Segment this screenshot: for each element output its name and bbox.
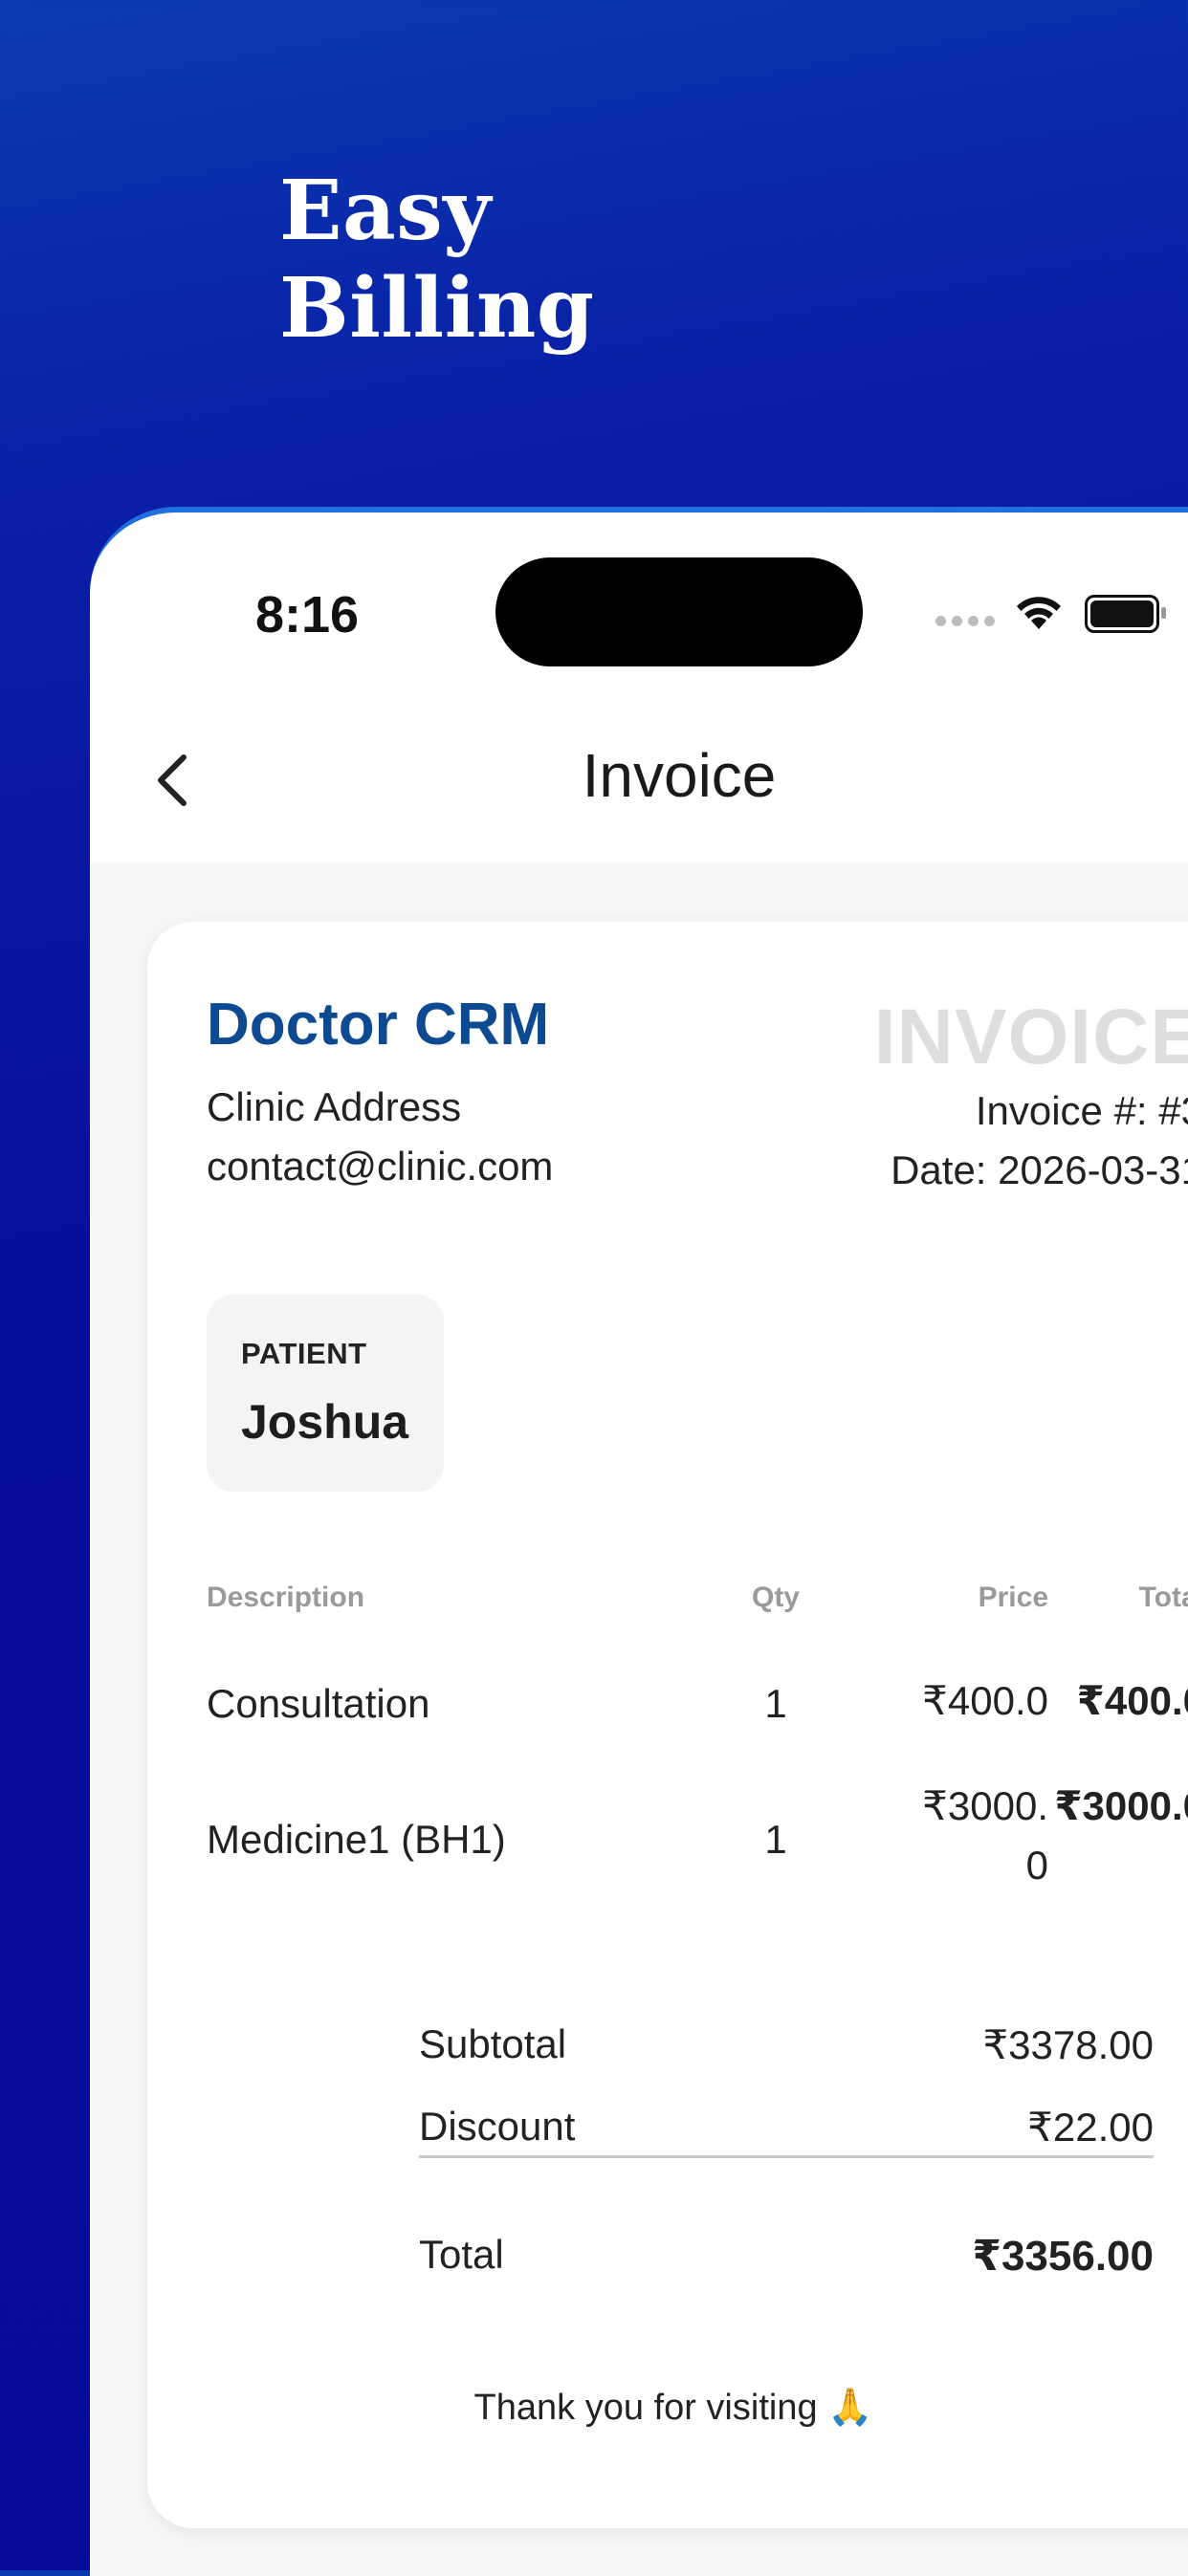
promo-title-line2: Billing bbox=[279, 260, 595, 357]
total-label: Total bbox=[419, 2232, 504, 2277]
item-description: Consultation bbox=[207, 1681, 430, 1726]
battery-icon bbox=[1085, 595, 1166, 633]
invoice-content[interactable]: Doctor CRM Clinic Address contact@clinic… bbox=[90, 862, 1188, 2576]
clinic-email: contact@clinic.com bbox=[207, 1144, 554, 1189]
thank-you-message: Thank you for visiting 🙏 bbox=[473, 2388, 873, 2428]
invoice-number: Invoice #: #3 bbox=[975, 1088, 1188, 1133]
invoice-date: Date: 2026-03-31 bbox=[891, 1147, 1188, 1192]
column-header-total: Total bbox=[1138, 1582, 1188, 1613]
navigation-bar: Invoice bbox=[90, 685, 1188, 862]
dynamic-island bbox=[495, 557, 863, 666]
promo-title: Easy Billing bbox=[279, 163, 595, 358]
column-header-price: Price bbox=[978, 1582, 1048, 1613]
page-title: Invoice bbox=[582, 741, 777, 810]
discount-value: ₹22.00 bbox=[1027, 2105, 1154, 2150]
total-value: ₹3356.00 bbox=[972, 2233, 1154, 2280]
column-header-description: Description bbox=[207, 1582, 365, 1613]
invoice-heading: INVOICE bbox=[873, 993, 1188, 1081]
item-qty: 1 bbox=[764, 1817, 787, 1862]
status-time: 8:16 bbox=[255, 586, 360, 644]
item-price: ₹400.0 bbox=[922, 1678, 1048, 1723]
phone-screen: 8:16 Invoice Doctor CRM Clinic Address c… bbox=[90, 507, 1188, 2576]
patient-box: PATIENT Joshua bbox=[207, 1295, 444, 1492]
item-description: Medicine1 (BH1) bbox=[207, 1817, 506, 1862]
column-header-qty: Qty bbox=[751, 1582, 800, 1613]
clinic-name: Doctor CRM bbox=[207, 992, 550, 1058]
patient-name: Joshua bbox=[241, 1395, 409, 1449]
invoice-card: Doctor CRM Clinic Address contact@clinic… bbox=[147, 922, 1188, 2528]
discount-label: Discount bbox=[419, 2104, 576, 2149]
promo-title-line1: Easy bbox=[279, 163, 492, 259]
subtotal-value: ₹3378.00 bbox=[982, 2022, 1154, 2067]
cellular-signal-icon bbox=[935, 616, 995, 626]
patient-label: PATIENT bbox=[241, 1337, 367, 1370]
item-price: ₹3000.0 bbox=[922, 1783, 1048, 1888]
wifi-icon bbox=[1017, 597, 1061, 629]
clinic-address: Clinic Address bbox=[207, 1084, 462, 1129]
item-qty: 1 bbox=[764, 1681, 787, 1726]
status-bar: 8:16 bbox=[90, 513, 1188, 685]
subtotal-label: Subtotal bbox=[419, 2021, 567, 2066]
item-total: ₹400.0 bbox=[1076, 1678, 1188, 1723]
item-total: ₹3000.0 bbox=[1054, 1783, 1188, 1828]
summary-divider bbox=[419, 2155, 1154, 2158]
